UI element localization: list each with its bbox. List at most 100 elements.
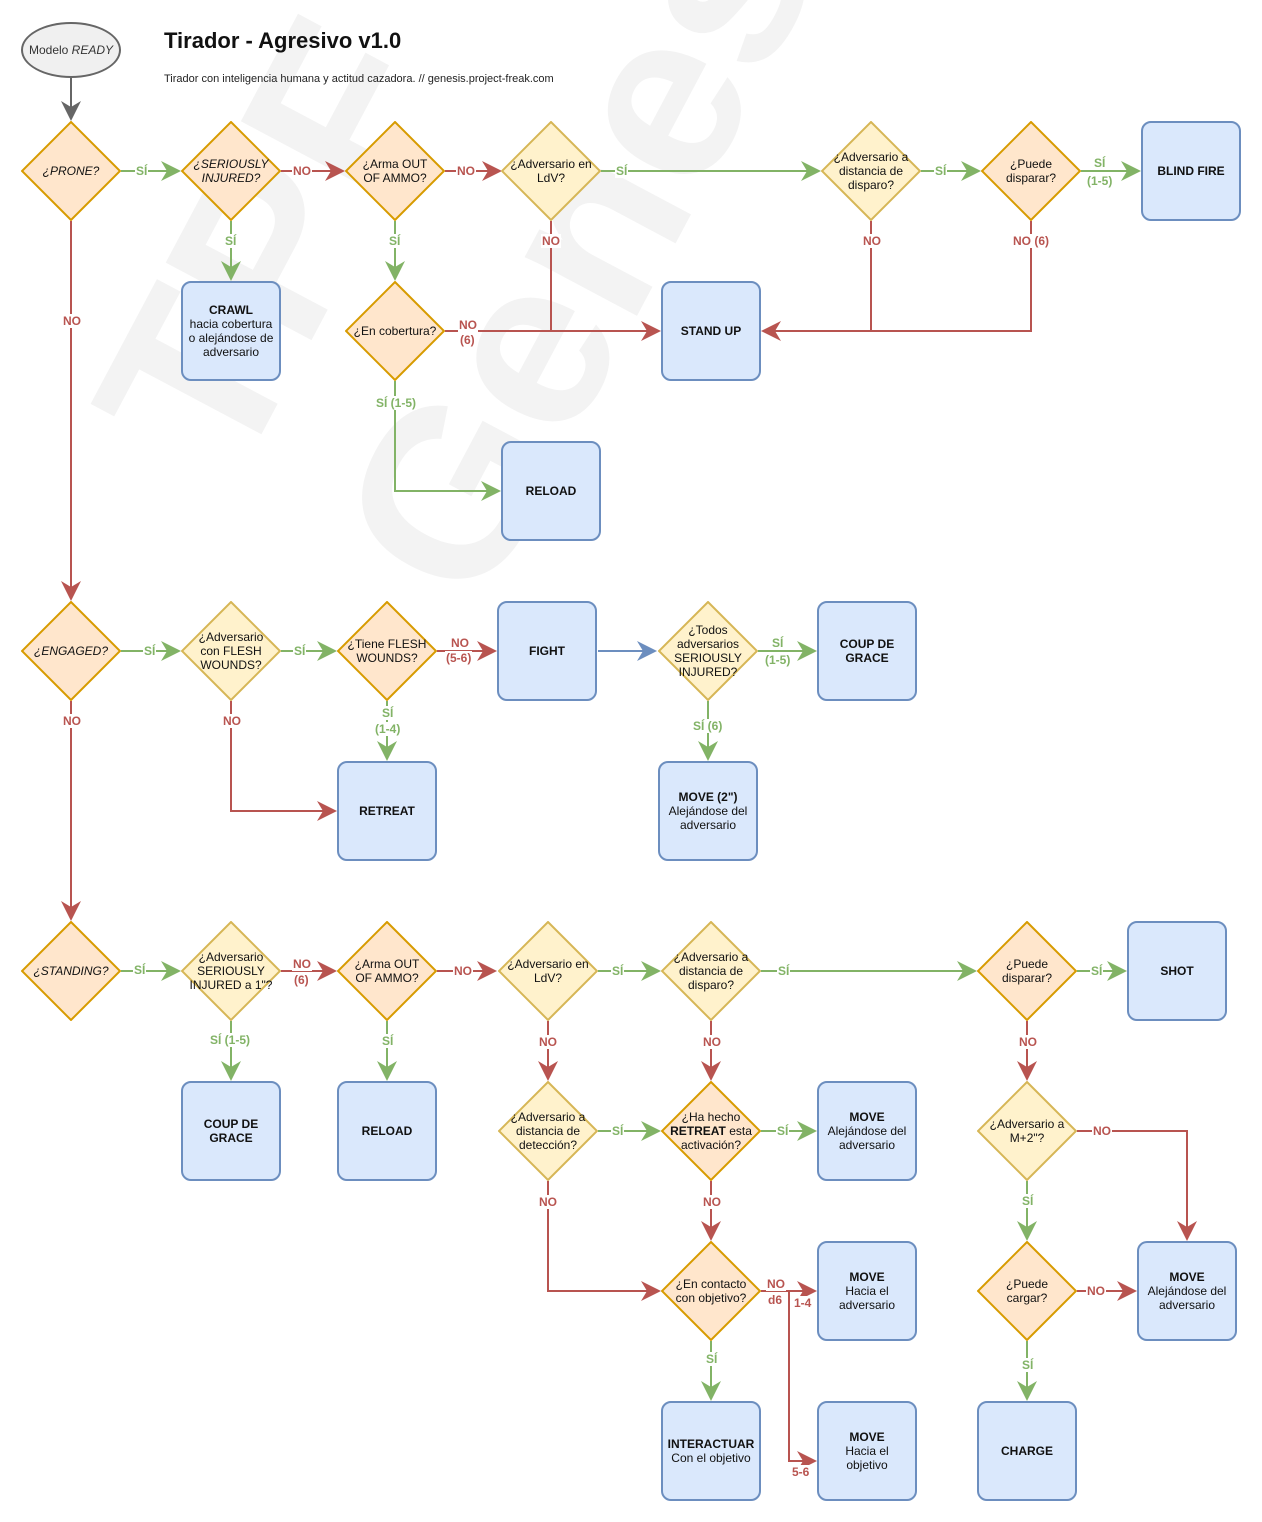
- edge-label-no: NO: [538, 1035, 558, 1049]
- action-fight[interactable]: FIGHT: [497, 601, 597, 701]
- edge-label-yes-range: (1-4): [374, 722, 402, 736]
- decision-text: ¿Adversario en LdV?: [510, 157, 592, 185]
- decision-seriously-injured[interactable]: ¿SERIOUSLY INJURED?: [181, 121, 281, 221]
- page-subtitle: Tirador con inteligencia humana y actitu…: [164, 73, 554, 85]
- edge-label-yes: SÍ: [133, 963, 147, 977]
- edge-label-yes: SÍ: [1090, 964, 1104, 978]
- decision-text: ¿En cobertura?: [353, 324, 437, 338]
- edge-label-no: NO: [222, 714, 242, 728]
- action-move-2in[interactable]: MOVE (2") Alejándose del adversario: [658, 761, 758, 861]
- action-interactuar[interactable]: INTERACTUAR Con el objetivo: [661, 1401, 761, 1501]
- action-move-alejandose-1[interactable]: MOVE Alejándose del adversario: [817, 1081, 917, 1181]
- edge-label-yes: SÍ: [143, 644, 157, 658]
- edge: [788, 1291, 817, 1471]
- decision-out-of-ammo-2[interactable]: ¿Arma OUT OF AMMO?: [337, 921, 437, 1021]
- decision-retreat-hecho[interactable]: ¿Ha hecho RETREAT esta activación?: [661, 1081, 761, 1181]
- decision-en-contacto[interactable]: ¿En contacto con objetivo?: [661, 1241, 761, 1341]
- edge-label-no: NO: [62, 314, 82, 328]
- edge-label-yes: SÍ: [934, 164, 948, 178]
- action-coup-de-grace-1[interactable]: COUP DE GRACE: [817, 601, 917, 701]
- decision-text: ¿STANDING?: [33, 964, 109, 978]
- edge: [1077, 1130, 1197, 1241]
- action-title: STAND UP: [680, 324, 742, 338]
- decision-puede-cargar[interactable]: ¿Puede cargar?: [977, 1241, 1077, 1341]
- action-desc: Con el objetivo: [671, 1451, 751, 1465]
- decision-dist-deteccion[interactable]: ¿Adversario a distancia de detección?: [498, 1081, 598, 1181]
- decision-adv-m2[interactable]: ¿Adversario a M+2"?: [977, 1081, 1077, 1181]
- edge-label-no: NO: [453, 964, 473, 978]
- start-label: Modelo: [28, 43, 69, 57]
- edge-label-no: NO: [1092, 1124, 1112, 1138]
- edge-label-no: NO: [702, 1195, 722, 1209]
- decision-text-bold: RETREAT: [670, 1124, 726, 1138]
- edge-label-yes: SÍ: [1021, 1194, 1035, 1208]
- action-title: SHOT: [1160, 964, 1194, 978]
- action-move-alejandose-2[interactable]: MOVE Alejándose del adversario: [1137, 1241, 1237, 1341]
- action-reload-1[interactable]: RELOAD: [501, 441, 601, 541]
- edge-label-no: NO: [450, 636, 470, 650]
- action-desc: Alejándose del adversario: [1147, 1284, 1227, 1312]
- edge-label-no-range: (5-6): [445, 651, 473, 665]
- action-move-hacia-objetivo[interactable]: MOVE Hacia el objetivo: [817, 1401, 917, 1501]
- decision-puede-disparar-2[interactable]: ¿Puede disparar?: [977, 921, 1077, 1021]
- edge-label-yes-range: (1-5): [1086, 174, 1114, 188]
- decision-adv-flesh-wounds[interactable]: ¿Adversario con FLESH WOUNDS?: [181, 601, 281, 701]
- decision-prone[interactable]: ¿PRONE?: [21, 121, 121, 221]
- decision-en-cobertura[interactable]: ¿En cobertura?: [345, 281, 445, 381]
- edge-label-no: NO: [541, 234, 561, 248]
- action-desc: Alejándose del adversario: [827, 1124, 907, 1152]
- edge-label-no-6: NO (6): [1012, 234, 1050, 248]
- edge: [547, 1181, 661, 1301]
- edge-label-yes: SÍ: [705, 1352, 719, 1366]
- action-title: CHARGE: [1000, 1444, 1053, 1458]
- decision-dist-disparo-2[interactable]: ¿Adversario a distancia de disparo?: [661, 921, 761, 1021]
- action-reload-2[interactable]: RELOAD: [337, 1081, 437, 1181]
- edge-label-range-5-6: 5-6: [791, 1465, 811, 1479]
- action-crawl[interactable]: CRAWL hacia cobertura o alejándose de adv…: [181, 281, 281, 381]
- action-title: FIGHT: [529, 644, 565, 658]
- decision-dist-disparo-1[interactable]: ¿Adversario a distancia de disparo?: [821, 121, 921, 221]
- edge-label-no-range: (6): [459, 333, 476, 347]
- edge-label-no: NO: [702, 1035, 722, 1049]
- edge-label-yes: SÍ: [135, 164, 149, 178]
- action-shot[interactable]: SHOT: [1127, 921, 1227, 1021]
- action-move-hacia-adversario[interactable]: MOVE Hacia el adversario: [817, 1241, 917, 1341]
- decision-text: ¿Adversario con FLESH WOUNDS?: [198, 630, 264, 672]
- edge-label-yes: SÍ: [293, 644, 307, 658]
- edge-label-yes: SÍ: [388, 234, 402, 248]
- action-title: RELOAD: [525, 484, 577, 498]
- edge-label-no: NO: [862, 234, 882, 248]
- decision-text: ¿Arma OUT OF AMMO?: [354, 957, 420, 985]
- edge-label-yes: SÍ: [615, 164, 629, 178]
- action-title: BLIND FIRE: [1157, 164, 1225, 178]
- decision-text: ¿PRONE?: [42, 164, 100, 178]
- decision-ldv-2[interactable]: ¿Adversario en LdV?: [498, 921, 598, 1021]
- decision-todos-seriously[interactable]: ¿Todos adversarios SERIOUSLY INJURED?: [658, 601, 758, 701]
- action-stand-up[interactable]: STAND UP: [661, 281, 761, 381]
- action-title: CRAWL: [209, 303, 253, 317]
- edge-label-yes: SÍ: [381, 706, 395, 720]
- decision-adv-seriously-1in[interactable]: ¿Adversario SERIOUSLY INJURED a 1"?: [181, 921, 281, 1021]
- action-retreat[interactable]: RETREAT: [337, 761, 437, 861]
- action-title: MOVE: [849, 1110, 885, 1124]
- action-blind-fire[interactable]: BLIND FIRE: [1141, 121, 1241, 221]
- decision-out-of-ammo-1[interactable]: ¿Arma OUT OF AMMO?: [345, 121, 445, 221]
- action-title: MOVE: [849, 1430, 885, 1444]
- page-title: Tirador - Agresivo v1.0: [164, 28, 402, 53]
- decision-ldv-1[interactable]: ¿Adversario en LdV?: [501, 121, 601, 221]
- action-title: MOVE: [1169, 1270, 1205, 1284]
- decision-standing[interactable]: ¿STANDING?: [21, 921, 121, 1021]
- decision-puede-disparar-1[interactable]: ¿Puede disparar?: [981, 121, 1081, 221]
- action-charge[interactable]: CHARGE: [977, 1401, 1077, 1501]
- action-coup-de-grace-2[interactable]: COUP DE GRACE: [181, 1081, 281, 1181]
- decision-text: ¿En contacto con objetivo?: [675, 1277, 747, 1305]
- edge-label-yes: SÍ: [224, 234, 238, 248]
- edge-label-yes-range: (1-5): [764, 653, 792, 667]
- edge-label-no: NO: [1086, 1284, 1106, 1298]
- edge-label-yes: SÍ: [1021, 1358, 1035, 1372]
- edge-label-yes: SÍ: [1093, 156, 1107, 170]
- start-node[interactable]: Modelo READY: [21, 22, 121, 78]
- decision-tiene-flesh-wounds[interactable]: ¿Tiene FLESH WOUNDS?: [337, 601, 437, 701]
- decision-engaged[interactable]: ¿ENGAGED?: [21, 601, 121, 701]
- flowchart-canvas: TPF Genesis Tirador - Agresivo v1.0 Tira…: [0, 0, 1262, 1522]
